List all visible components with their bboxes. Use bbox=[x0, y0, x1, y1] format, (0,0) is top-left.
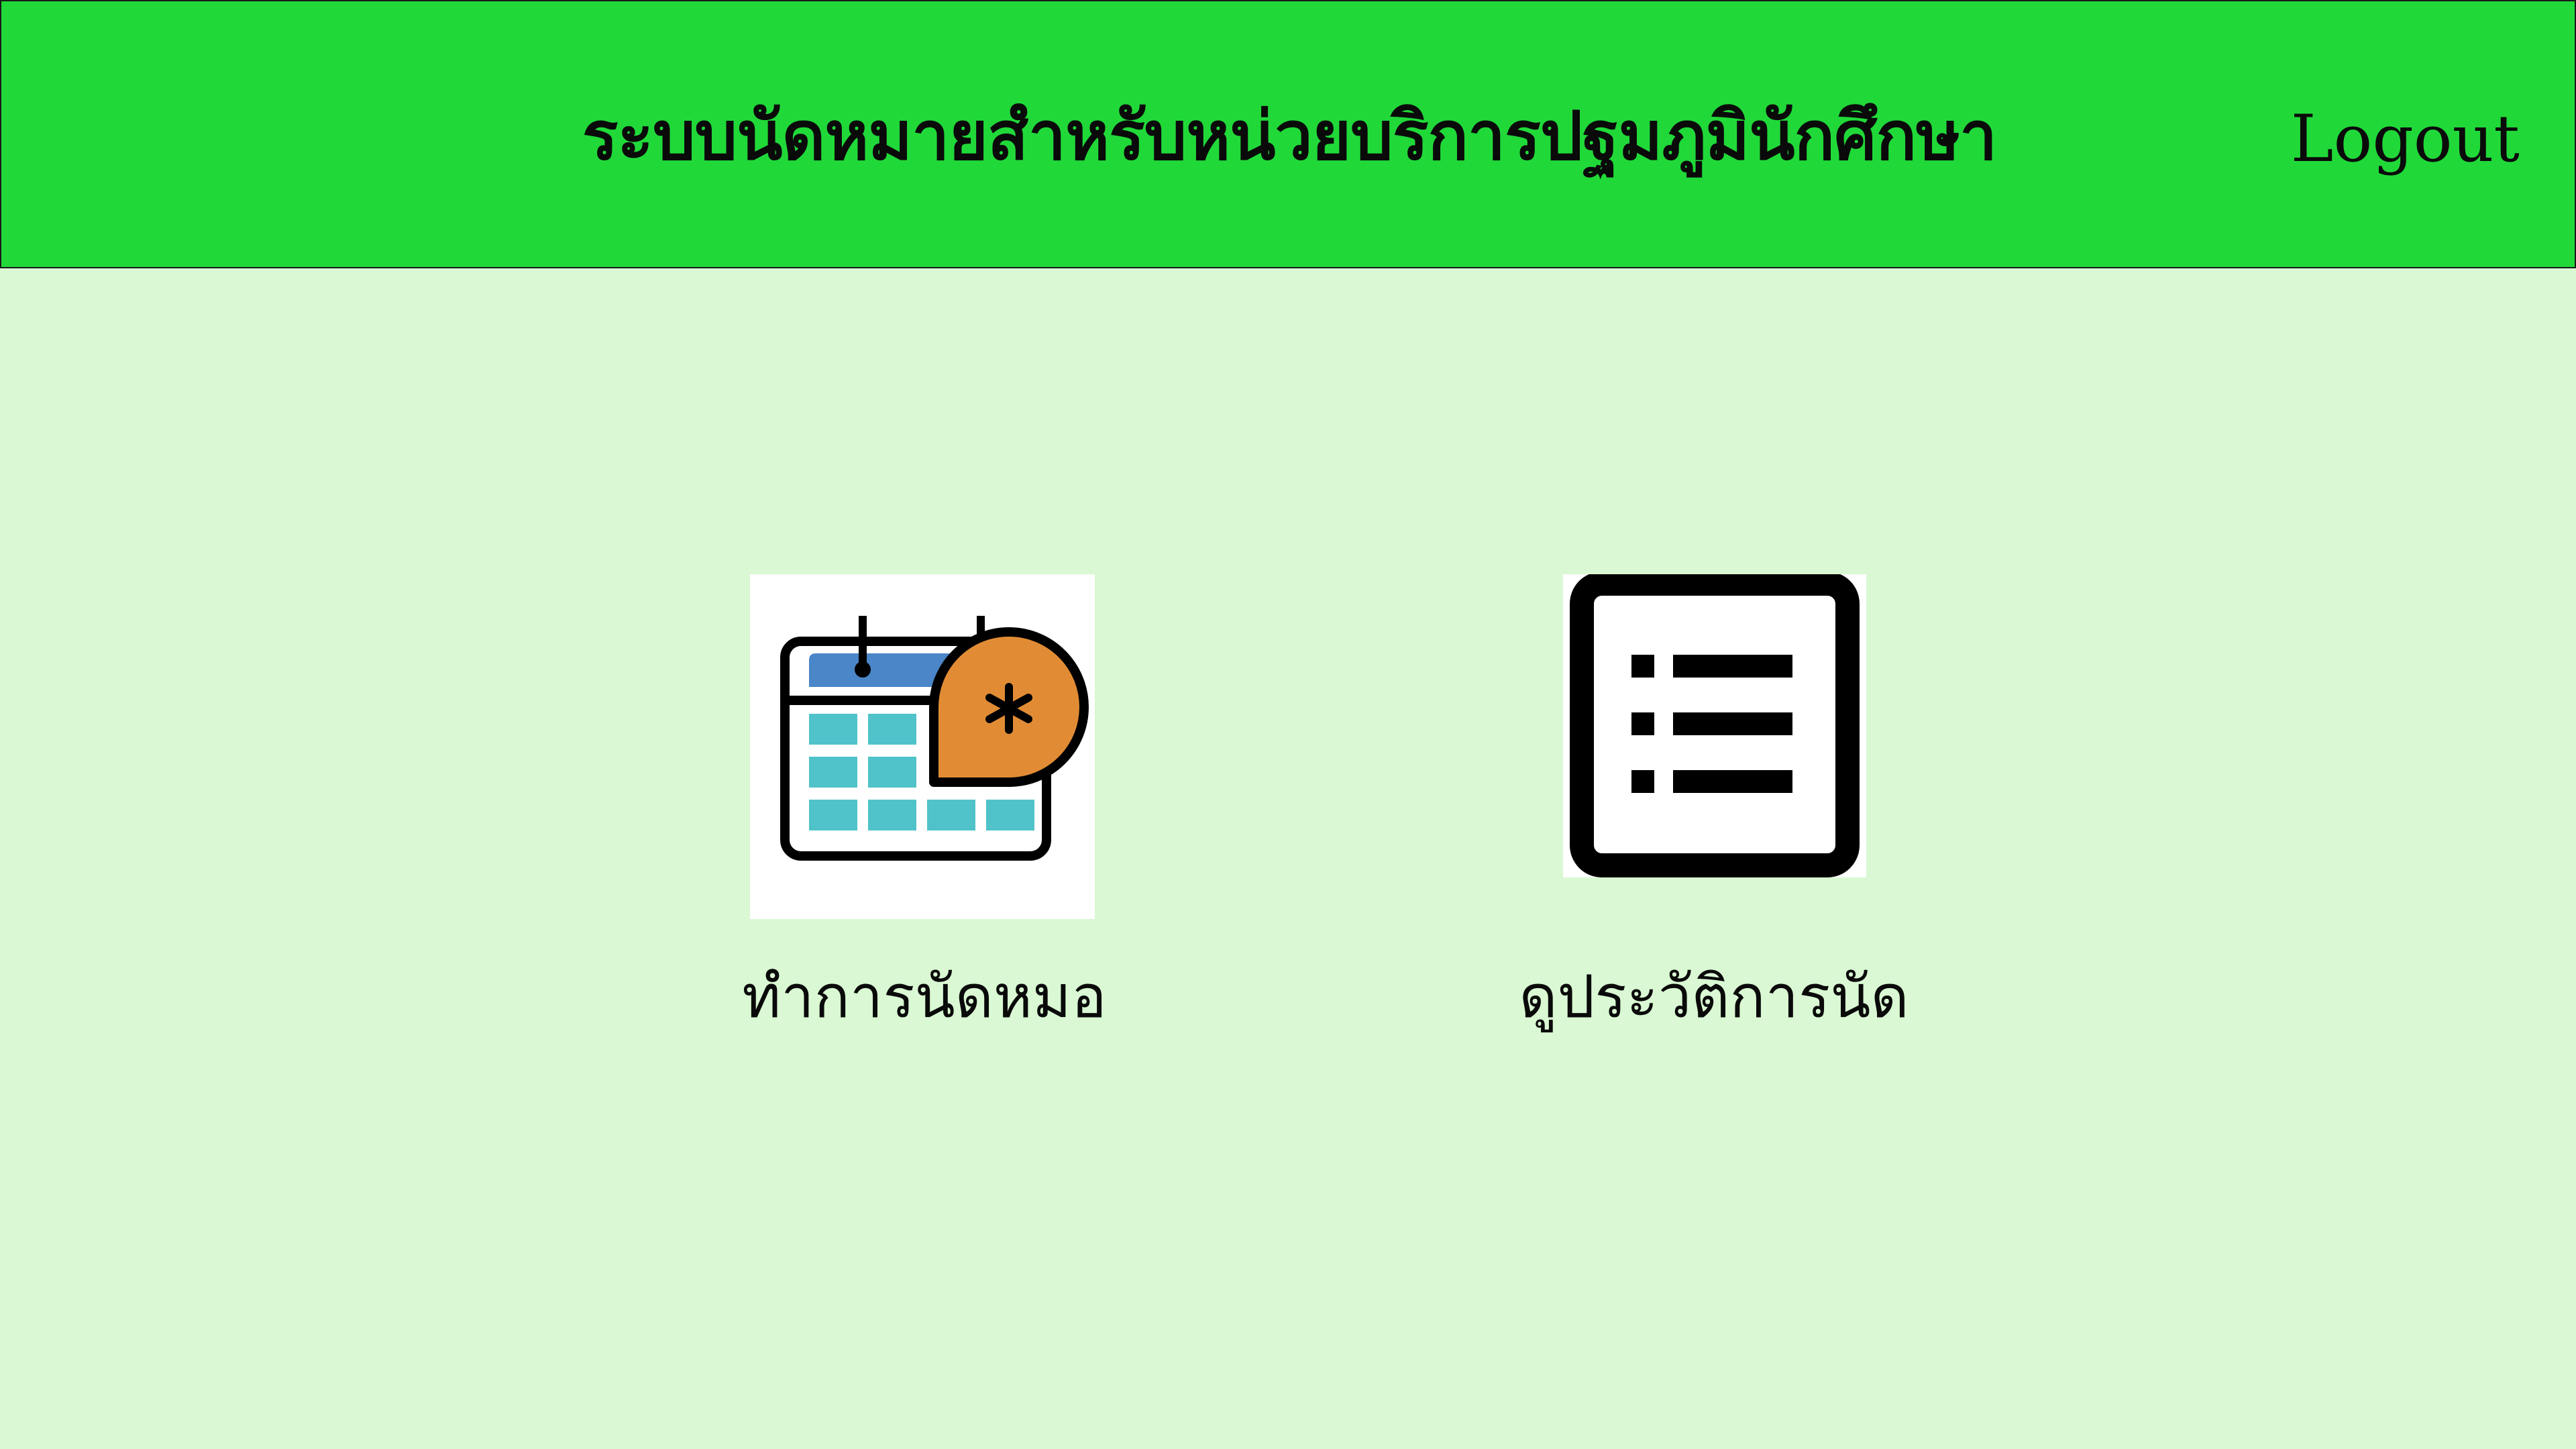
make-appointment-label[interactable]: ทำการนัดหมอ bbox=[656, 957, 1193, 1037]
appointment-history-tile[interactable]: ดูประวัติการนัด bbox=[1519, 572, 1909, 1044]
appointment-history-label[interactable]: ดูประวัติการนัด bbox=[1429, 957, 1999, 1037]
calendar-appointment-icon[interactable] bbox=[750, 574, 1095, 919]
list-document-icon[interactable] bbox=[1563, 572, 1866, 877]
logout-button[interactable]: Logout bbox=[2291, 95, 2520, 182]
make-appointment-tile[interactable]: ทำการนัดหมอ bbox=[742, 574, 1107, 1044]
page-title: ระบบนัดหมายสำหรับหน่วยบริการปฐมภูมินักศึ… bbox=[582, 96, 1998, 175]
top-header-bar: ระบบนัดหมายสำหรับหน่วยบริการปฐมภูมินักศึ… bbox=[0, 0, 2576, 268]
